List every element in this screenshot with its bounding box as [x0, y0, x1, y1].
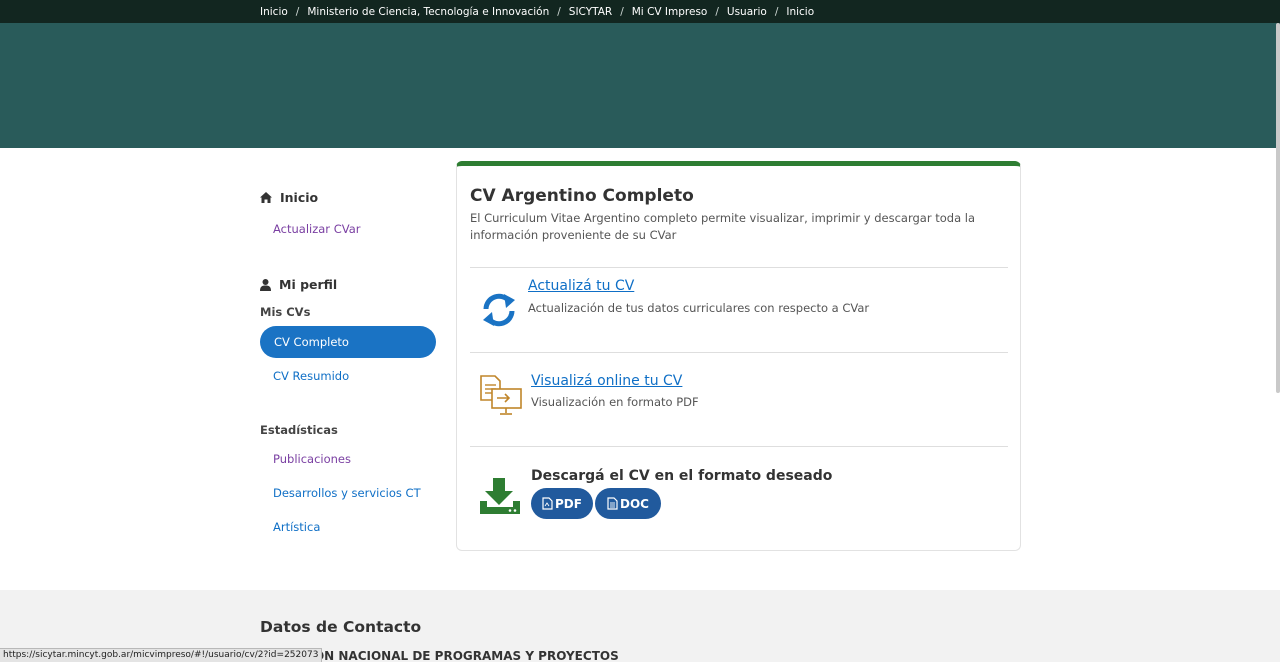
document-monitor-icon[interactable] [479, 374, 523, 416]
download-heading: Descargá el CV en el formato deseado [531, 468, 833, 484]
sidebar-item-cv-resumido[interactable]: CV Resumido [273, 369, 349, 383]
breadcrumb-item[interactable]: SICYTAR [569, 6, 612, 18]
sidebar-heading-profile: Mi perfil [260, 277, 337, 292]
breadcrumb-separator: / [715, 5, 719, 18]
breadcrumb-item[interactable]: Usuario [727, 6, 767, 18]
breadcrumb-separator: / [295, 5, 300, 18]
footer-title: Datos de Contacto [260, 618, 422, 636]
sidebar-heading-home: Inicio [260, 190, 318, 205]
sidebar-item-artistica[interactable]: Artística [273, 520, 320, 534]
file-icon [542, 497, 553, 510]
sidebar-item-label: CV Completo [274, 335, 349, 349]
page-title: CV Argentino Completo [470, 186, 694, 206]
sync-icon[interactable] [479, 290, 519, 330]
download-doc-label: DOC [620, 496, 649, 511]
page-scrollbar[interactable] [1276, 23, 1280, 393]
view-cv-text: Visualización en formato PDF [531, 395, 699, 409]
card-description: El Curriculum Vitae Argentino completo p… [470, 211, 976, 242]
sidebar-item-publicaciones[interactable]: Publicaciones [273, 452, 351, 466]
sidebar-item-actualizar-cvar[interactable]: Actualizar CVar [273, 222, 360, 236]
file-text-icon [607, 497, 618, 510]
update-cv-text: Actualización de tus datos curriculares … [528, 301, 870, 315]
download-pdf-button[interactable]: PDF [531, 488, 593, 519]
download-doc-button[interactable]: DOC [595, 488, 661, 519]
breadcrumb-separator: / [774, 5, 779, 18]
status-bar-url: https://sicytar.mincyt.gob.ar/micvimpres… [0, 648, 323, 662]
sidebar-section-stats: Estadísticas [260, 423, 338, 437]
view-cv-link[interactable]: Visualizá online tu CV [531, 373, 682, 389]
update-cv-link[interactable]: Actualizá tu CV [528, 278, 634, 294]
breadcrumb-item-current[interactable]: Inicio [786, 6, 814, 18]
download-tray-icon [480, 478, 520, 514]
user-icon [260, 278, 271, 291]
divider [470, 446, 1008, 447]
sidebar-item-cv-completo[interactable]: CV Completo [260, 326, 436, 358]
breadcrumb-item[interactable]: Mi CV Impreso [632, 6, 708, 18]
breadcrumb-item[interactable]: Inicio [260, 6, 288, 18]
cv-card: CV Argentino Completo El Curriculum Vita… [456, 161, 1021, 551]
breadcrumb-separator: / [557, 5, 561, 18]
divider [470, 267, 1008, 268]
download-pdf-label: PDF [555, 496, 582, 511]
sidebar-heading-label: Mi perfil [279, 277, 338, 292]
sidebar-heading-label: Inicio [280, 190, 319, 205]
breadcrumb-separator: / [620, 5, 624, 18]
sidebar-item-desarrollos[interactable]: Desarrollos y servicios CT [273, 486, 421, 500]
hero-banner [0, 23, 1280, 148]
home-icon [260, 192, 272, 203]
sidebar-section-my-cvs: Mis CVs [260, 305, 311, 319]
breadcrumb-item[interactable]: Ministerio de Ciencia, Tecnología e Inno… [307, 6, 549, 18]
top-bar: Inicio / Ministerio de Ciencia, Tecnolog… [0, 0, 1280, 23]
breadcrumb: Inicio / Ministerio de Ciencia, Tecnolog… [260, 0, 814, 23]
divider [470, 352, 1008, 353]
